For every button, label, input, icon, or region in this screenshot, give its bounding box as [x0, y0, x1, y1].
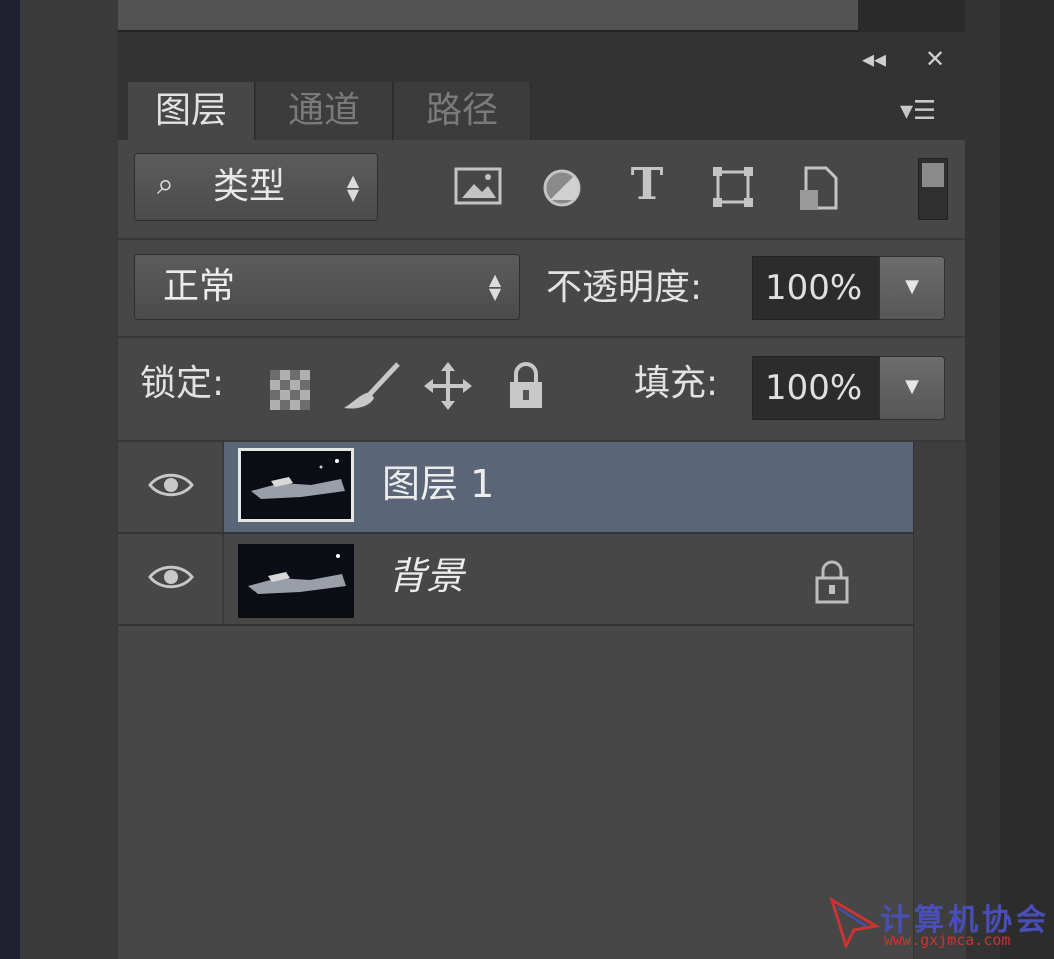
- panel-menu-icon[interactable]: ▾☰: [900, 82, 936, 140]
- toggle-knob: [922, 163, 944, 187]
- layer-thumbnail[interactable]: [238, 544, 354, 618]
- collapse-panel-icon[interactable]: ◂◂: [862, 34, 886, 84]
- blend-mode-select[interactable]: 正常 ▲ ▼: [134, 254, 520, 320]
- eye-icon: [148, 473, 194, 497]
- lock-transparent-pixels-icon[interactable]: [270, 370, 310, 410]
- layer-name: 图层 1: [382, 462, 495, 506]
- blend-mode-label: 正常: [163, 266, 236, 307]
- opacity-label: 不透明度:: [546, 267, 703, 308]
- pixel-layer-filter-icon[interactable]: [454, 166, 502, 206]
- tab-paths[interactable]: 路径: [394, 82, 531, 140]
- filter-kind-label: 类型: [213, 166, 286, 207]
- layer-row-layer-1[interactable]: 图层 1: [118, 442, 913, 534]
- panel-header-bar: [118, 32, 965, 82]
- stepper-arrows-icon: ▲ ▼: [488, 270, 502, 303]
- fill-label: 填充:: [634, 363, 719, 404]
- visibility-toggle[interactable]: [118, 442, 224, 532]
- canvas-area-bottom: [118, 0, 858, 32]
- fill-input[interactable]: 100%: [752, 356, 880, 420]
- right-workspace-edge-outer: [1000, 0, 1054, 959]
- eye-icon: [148, 565, 194, 589]
- lock-all-icon[interactable]: [506, 362, 546, 410]
- layers-scrollbar-track[interactable]: [913, 442, 966, 959]
- tab-layers[interactable]: 图层: [128, 82, 255, 140]
- layer-name: 背景: [388, 554, 465, 598]
- stepper-arrows-icon: ▲ ▼: [346, 171, 360, 204]
- search-icon: ⌕: [157, 167, 174, 202]
- top-right-dark-area: [858, 0, 965, 30]
- visibility-toggle[interactable]: [118, 534, 224, 624]
- lock-position-icon[interactable]: [424, 362, 472, 410]
- opacity-dropdown-button[interactable]: ▼: [879, 256, 945, 320]
- left-workspace-edge: [0, 0, 118, 959]
- fill-dropdown-button[interactable]: ▼: [879, 356, 945, 420]
- layer-lock-icon: [814, 560, 850, 604]
- watermark-url: www.gxjmca.com: [884, 931, 1011, 949]
- filter-kind-select[interactable]: ⌕ 类型 ▲ ▼: [134, 153, 378, 221]
- type-layer-filter-icon[interactable]: T: [624, 160, 670, 210]
- lock-label: 锁定:: [140, 363, 225, 404]
- tab-channels[interactable]: 通道: [256, 82, 393, 140]
- watermark-logo-icon: [826, 896, 882, 951]
- layer-row-background[interactable]: 背景: [118, 534, 913, 626]
- filter-toggle-switch[interactable]: [918, 158, 948, 220]
- close-panel-icon[interactable]: ✕: [925, 34, 945, 84]
- opacity-input[interactable]: 100%: [752, 256, 880, 320]
- adjustment-layer-filter-icon[interactable]: [540, 166, 584, 210]
- layer-thumbnail[interactable]: [238, 448, 354, 522]
- shape-layer-filter-icon[interactable]: [710, 164, 756, 210]
- lock-image-pixels-icon[interactable]: [340, 360, 404, 412]
- smart-object-filter-icon[interactable]: [796, 164, 842, 214]
